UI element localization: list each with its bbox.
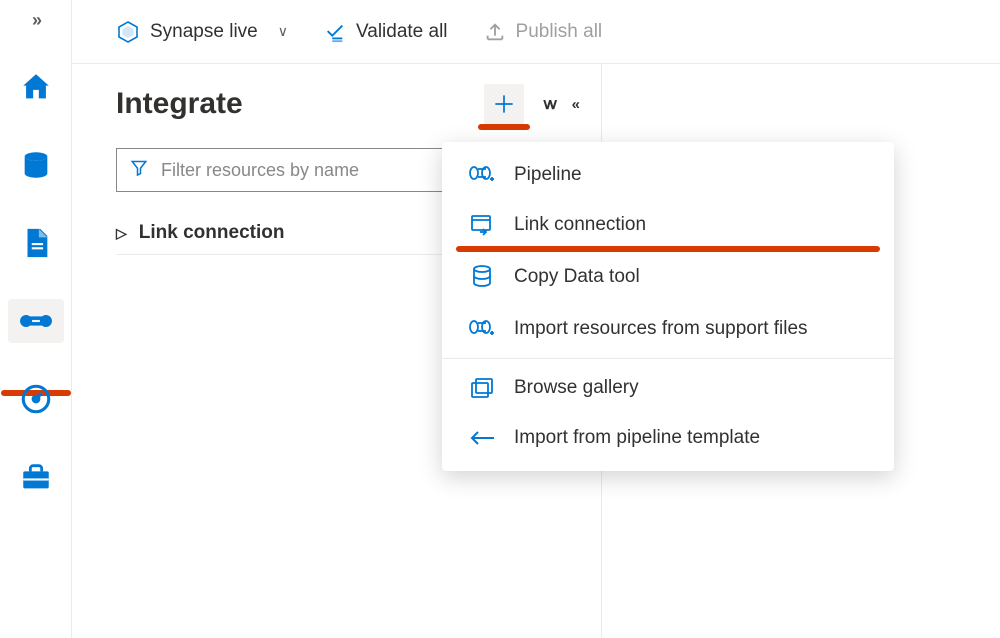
pipeline-icon — [19, 304, 53, 338]
menu-label: Copy Data tool — [514, 266, 640, 288]
menu-item-copy-data[interactable]: Copy Data tool — [442, 250, 894, 304]
copy-data-icon — [468, 264, 496, 290]
plus-icon — [491, 91, 517, 117]
menu-divider — [442, 358, 894, 359]
validate-all-label: Validate all — [356, 21, 448, 43]
publish-all-label: Publish all — [516, 21, 603, 43]
home-icon — [19, 70, 53, 104]
nav-manage[interactable] — [8, 455, 64, 499]
checklist-icon — [324, 21, 346, 43]
menu-item-import-template[interactable]: Import from pipeline template — [442, 413, 894, 463]
rail-expand-toggle[interactable]: » — [32, 10, 39, 31]
import-template-icon — [468, 430, 496, 446]
menu-item-link-connection[interactable]: Link connection — [442, 200, 894, 250]
main-area: Synapse live ∨ Validate all Publish all … — [72, 0, 1000, 638]
menu-item-pipeline[interactable]: Pipeline — [442, 150, 894, 200]
gallery-icon — [468, 377, 496, 399]
publish-all-button[interactable]: Publish all — [484, 21, 603, 43]
chevron-right-icon: ▷ — [116, 225, 127, 242]
nav-data[interactable] — [8, 143, 64, 187]
expand-all-button[interactable]: ∨∨ — [542, 95, 554, 113]
panel-title: Integrate — [116, 87, 243, 121]
nav-integrate[interactable] — [8, 299, 64, 343]
upload-icon — [484, 21, 506, 43]
add-resource-menu: Pipeline Link connection Copy Data tool … — [442, 142, 894, 471]
import-support-icon — [468, 319, 496, 339]
add-resource-button[interactable] — [484, 84, 524, 124]
validate-all-button[interactable]: Validate all — [324, 21, 448, 43]
menu-label: Browse gallery — [514, 377, 639, 399]
collapse-panel-button[interactable]: « — [572, 96, 575, 113]
menu-label: Import resources from support files — [514, 318, 808, 340]
nav-develop[interactable] — [8, 221, 64, 265]
gauge-icon — [19, 382, 53, 416]
nav-monitor[interactable] — [8, 377, 64, 421]
add-button-highlight — [478, 124, 530, 130]
menu-item-browse-gallery[interactable]: Browse gallery — [442, 363, 894, 413]
link-connection-icon — [468, 214, 496, 236]
chevron-down-icon: ∨ — [278, 23, 288, 40]
tree-item-label: Link connection — [139, 222, 285, 244]
pipeline-menu-icon — [468, 165, 496, 185]
menu-label: Pipeline — [514, 164, 582, 186]
menu-label: Link connection — [514, 214, 646, 236]
menu-label: Import from pipeline template — [514, 427, 760, 449]
top-toolbar: Synapse live ∨ Validate all Publish all — [72, 0, 1000, 64]
left-nav-rail: » — [0, 0, 72, 638]
workspace-mode-dropdown[interactable]: Synapse live ∨ — [116, 20, 288, 44]
panel-actions: ∨∨ « — [484, 84, 575, 124]
document-icon — [19, 226, 53, 260]
nav-home[interactable] — [8, 65, 64, 109]
menu-item-import-support[interactable]: Import resources from support files — [442, 304, 894, 354]
database-icon — [19, 148, 53, 182]
workspace-mode-label: Synapse live — [150, 21, 258, 43]
toolbox-icon — [19, 460, 53, 494]
filter-icon — [130, 159, 148, 182]
synapse-hex-icon — [116, 20, 140, 44]
panel-header: Integrate ∨∨ « — [72, 84, 601, 124]
